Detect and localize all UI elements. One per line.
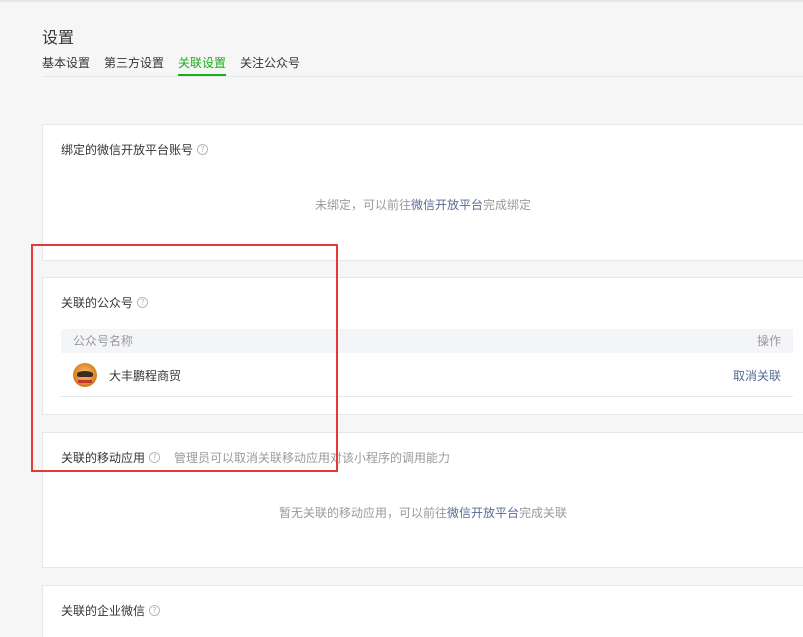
help-icon[interactable]: ?	[149, 605, 161, 616]
help-icon[interactable]: ?	[197, 144, 209, 155]
mobile-apps-title: 关联的移动应用 ? 管理员可以取消关联移动应用对该小程序的调用能力	[61, 449, 450, 466]
column-header-name: 公众号名称	[73, 334, 134, 348]
work-wechat-card: 关联的企业微信 ?	[42, 585, 803, 637]
settings-tabs: 基本设置 第三方设置 关联设置 关注公众号	[42, 54, 314, 76]
help-icon[interactable]: ?	[149, 452, 161, 463]
help-icon[interactable]: ?	[137, 297, 149, 308]
open-platform-link[interactable]: 微信开放平台	[447, 506, 519, 520]
mobile-apps-title-text: 关联的移动应用	[61, 451, 146, 465]
mobile-apps-card: 关联的移动应用 ? 管理员可以取消关联移动应用对该小程序的调用能力 暂无关联的移…	[42, 432, 803, 568]
open-platform-empty-text: 未绑定，可以前往微信开放平台完成绑定	[43, 196, 803, 213]
avatar	[73, 363, 97, 387]
tab-basic-settings[interactable]: 基本设置	[42, 54, 90, 76]
work-wechat-title-text: 关联的企业微信	[61, 604, 146, 618]
open-platform-title: 绑定的微信开放平台账号 ?	[61, 141, 209, 158]
unlink-button[interactable]: 取消关联	[733, 367, 781, 384]
column-header-action: 操作	[756, 334, 781, 348]
tabs-divider	[42, 76, 803, 77]
open-platform-link[interactable]: 微信开放平台	[411, 198, 483, 212]
work-wechat-title: 关联的企业微信 ?	[61, 602, 161, 619]
tab-follow-official-account[interactable]: 关注公众号	[240, 54, 300, 76]
empty-suffix: 完成关联	[519, 506, 568, 520]
mobile-apps-empty-text: 暂无关联的移动应用，可以前往微信开放平台完成关联	[43, 504, 803, 521]
page-title: 设置	[42, 28, 75, 47]
table-row: 大丰鹏程商贸 取消关联	[61, 353, 793, 397]
table-header: 公众号名称 操作	[61, 329, 793, 353]
empty-suffix: 完成绑定	[483, 198, 532, 212]
tab-third-party-settings[interactable]: 第三方设置	[104, 54, 164, 76]
official-accounts-title: 关联的公众号 ?	[61, 294, 149, 311]
empty-prefix: 暂无关联的移动应用，可以前往	[278, 506, 447, 520]
mobile-apps-note: 管理员可以取消关联移动应用对该小程序的调用能力	[174, 451, 451, 465]
top-border	[0, 0, 803, 2]
official-accounts-title-text: 关联的公众号	[61, 296, 134, 310]
account-name: 大丰鹏程商贸	[109, 369, 182, 383]
open-platform-title-text: 绑定的微信开放平台账号	[61, 143, 194, 157]
official-accounts-card: 关联的公众号 ? 公众号名称 操作 大丰鹏程商贸 取消关联	[42, 277, 803, 415]
empty-prefix: 未绑定，可以前往	[314, 198, 411, 212]
tab-association-settings[interactable]: 关联设置	[178, 54, 227, 76]
open-platform-card: 绑定的微信开放平台账号 ? 未绑定，可以前往微信开放平台完成绑定	[42, 124, 803, 261]
